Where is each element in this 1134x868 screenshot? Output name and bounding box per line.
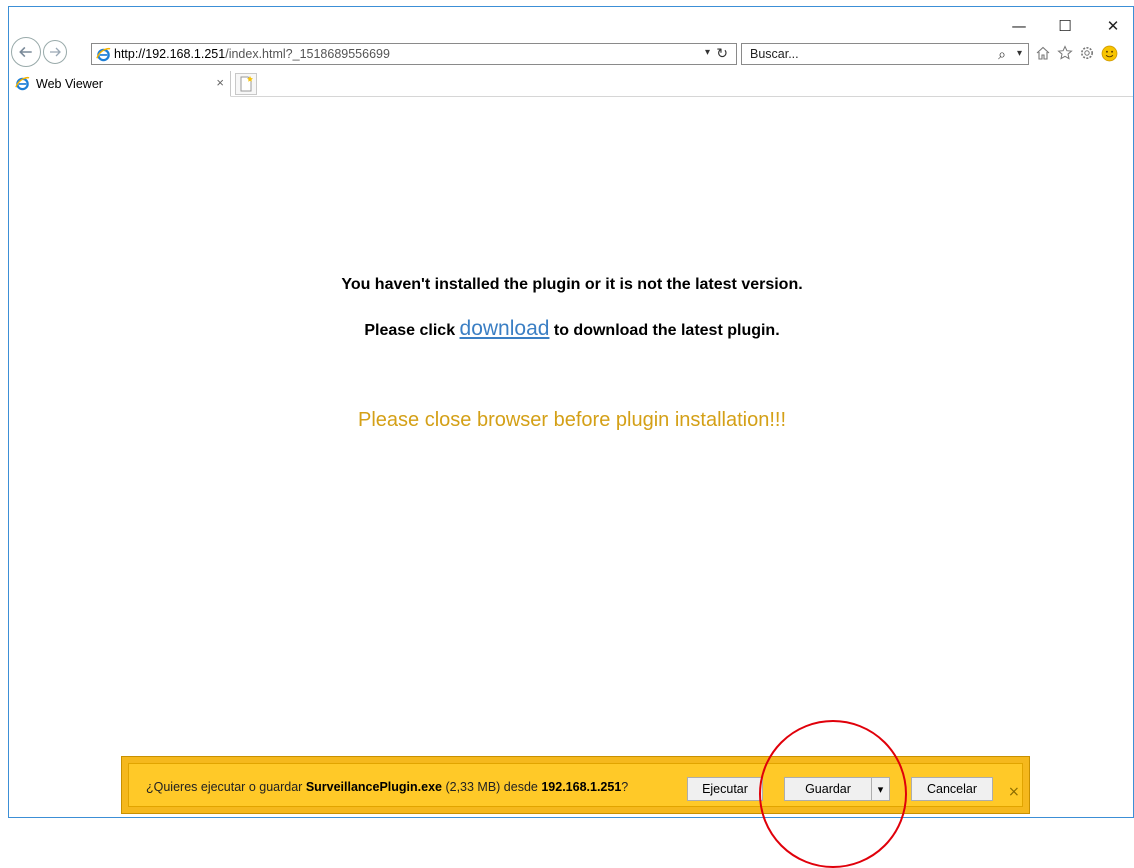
close-browser-warning: Please close browser before plugin insta… <box>357 409 787 431</box>
save-options-dropdown[interactable]: ▾ <box>871 777 890 801</box>
refresh-icon[interactable]: ↻ <box>716 45 728 62</box>
url-text: http://192.168.1.251/index.html?_1518689… <box>114 47 390 61</box>
instruction-suffix: to download the latest plugin. <box>549 322 780 339</box>
star-icon[interactable] <box>1055 43 1075 63</box>
tab-web-viewer[interactable]: Web Viewer × <box>9 71 231 97</box>
download-notification-bar: ¿Quieres ejecutar o guardar Surveillance… <box>121 756 1030 814</box>
notification-file-name: SurveillancePlugin.exe <box>305 780 442 794</box>
close-window-button[interactable]: ✕ <box>1099 15 1127 37</box>
minimize-button[interactable]: — <box>1005 15 1033 37</box>
save-button[interactable]: Guardar <box>784 777 872 801</box>
download-instruction: Please click download to download the la… <box>9 317 1134 341</box>
close-notification-icon[interactable]: × <box>1008 784 1020 800</box>
instruction-prefix: Please click <box>364 322 460 339</box>
cancel-button[interactable]: Cancelar <box>911 777 993 801</box>
gear-icon[interactable] <box>1077 43 1097 63</box>
tab-close-icon[interactable]: × <box>216 75 224 90</box>
download-link[interactable]: download <box>460 317 550 340</box>
new-tab-button[interactable] <box>235 73 257 95</box>
browser-window: — ☐ ✕ http://192.168.1.251/index.html?_1… <box>8 6 1134 818</box>
notification-suffix: ? <box>621 780 629 794</box>
notification-prefix: ¿Quieres ejecutar o guardar <box>146 780 306 794</box>
back-button[interactable] <box>11 37 41 67</box>
home-icon[interactable] <box>1033 43 1053 63</box>
tab-label: Web Viewer <box>36 76 103 91</box>
maximize-button[interactable]: ☐ <box>1051 15 1079 37</box>
notification-size: (2,33 MB) desde <box>441 780 542 794</box>
forward-arrow-icon <box>50 47 61 57</box>
new-tab-icon <box>240 76 253 92</box>
search-icon[interactable]: ⌕ <box>998 46 1006 63</box>
url-path: /index.html?_1518689556699 <box>225 47 390 61</box>
tab-favicon-icon <box>15 76 30 91</box>
address-dropdown-icon[interactable]: ▾ <box>705 47 710 58</box>
ie-logo-icon <box>96 47 111 62</box>
notification-host: 192.168.1.251 <box>541 780 622 794</box>
notification-message: ¿Quieres ejecutar o guardar Surveillance… <box>146 780 628 794</box>
back-arrow-icon <box>19 46 32 58</box>
search-box[interactable]: ⌕ ▾ <box>741 43 1029 65</box>
run-button[interactable]: Ejecutar <box>687 777 763 801</box>
plugin-missing-message: You haven't installed the plugin or it i… <box>341 276 803 293</box>
forward-button[interactable] <box>43 40 67 64</box>
address-bar[interactable]: http://192.168.1.251/index.html?_1518689… <box>91 43 737 65</box>
search-dropdown-icon[interactable]: ▾ <box>1017 48 1022 59</box>
search-input[interactable] <box>748 46 972 62</box>
tab-strip-divider <box>231 96 1133 97</box>
url-host: http://192.168.1.251 <box>114 47 226 61</box>
smiley-icon[interactable] <box>1099 43 1119 63</box>
